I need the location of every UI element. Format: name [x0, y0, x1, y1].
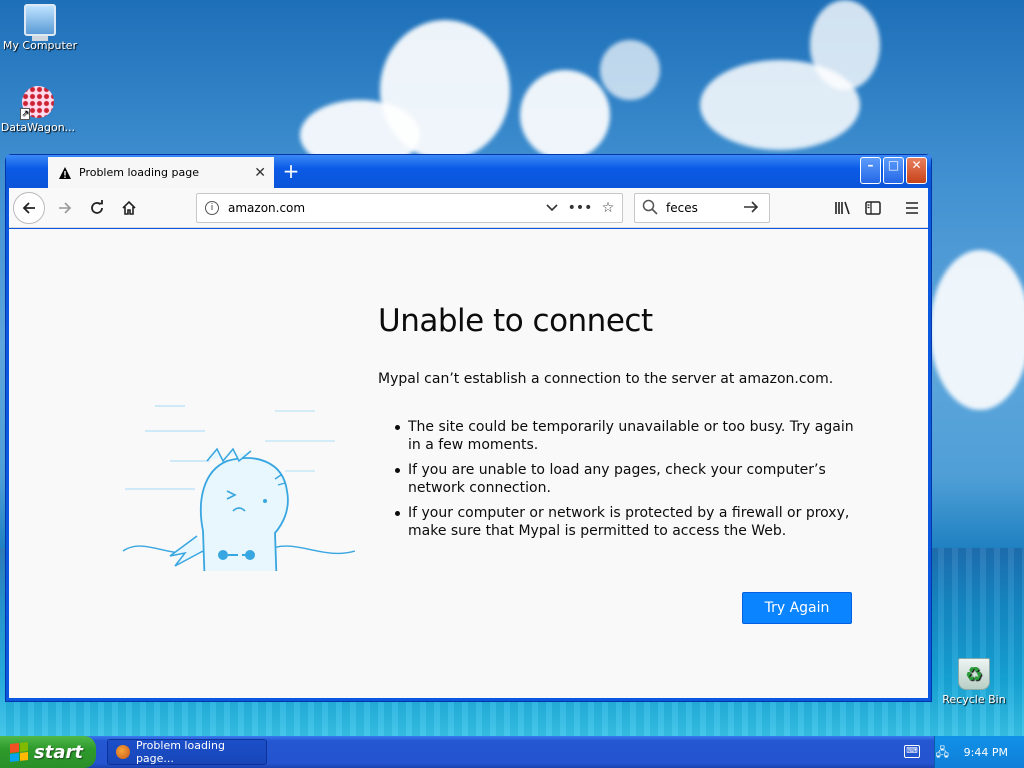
- more-actions-icon[interactable]: •••: [566, 200, 594, 216]
- try-again-button[interactable]: Try Again: [742, 592, 852, 624]
- library-button[interactable]: [831, 196, 855, 220]
- url-bar[interactable]: i amazon.com ••• ☆: [196, 193, 623, 223]
- home-button[interactable]: [117, 196, 141, 220]
- arrow-right-icon: [59, 202, 72, 214]
- list-item: The site could be temporarily unavailabl…: [393, 418, 863, 454]
- search-bar[interactable]: feces: [634, 193, 770, 223]
- recycle-bin-icon: ♻: [958, 658, 990, 690]
- maximize-button[interactable]: □: [883, 157, 904, 184]
- new-tab-button[interactable]: +: [278, 159, 304, 185]
- clock[interactable]: 9:44 PM: [964, 746, 1008, 759]
- desktop-icon-my-computer[interactable]: My Computer: [0, 4, 80, 52]
- home-icon: [122, 200, 136, 215]
- nav-toolbar: i amazon.com ••• ☆ feces: [9, 188, 928, 228]
- chevron-down-icon[interactable]: [538, 200, 566, 216]
- error-title: Unable to connect: [378, 303, 653, 339]
- info-icon[interactable]: i: [205, 201, 219, 215]
- list-item: If you are unable to load any pages, che…: [393, 461, 863, 497]
- forward-button[interactable]: [53, 196, 77, 220]
- hamburger-menu-icon: [906, 202, 918, 214]
- computer-icon: [24, 4, 56, 41]
- menu-button[interactable]: [900, 196, 924, 220]
- desktop-icon-label: DataWagon...: [0, 121, 76, 134]
- list-item: If your computer or network is protected…: [393, 504, 863, 540]
- desktop-icon-recycle-bin[interactable]: ♻ Recycle Bin: [934, 658, 1014, 706]
- browser-window: Problem loading page ✕ + – □ ✕ i amazon.…: [5, 154, 932, 702]
- warning-icon: [58, 166, 72, 180]
- start-label: start: [34, 741, 83, 763]
- windows-flag-icon: [10, 742, 28, 762]
- close-window-button[interactable]: ✕: [906, 157, 927, 184]
- error-reasons-list: The site could be temporarily unavailabl…: [393, 418, 863, 547]
- library-icon: [835, 201, 850, 215]
- reload-icon: [91, 200, 103, 214]
- error-description: Mypal can’t establish a connection to th…: [378, 371, 834, 387]
- start-button[interactable]: start: [0, 736, 96, 768]
- search-icon: [642, 199, 658, 218]
- browser-icon: [116, 745, 130, 759]
- sidebar-icon: [865, 201, 881, 215]
- disconnected-dinosaur-illustration: [122, 405, 355, 571]
- url-text[interactable]: amazon.com: [228, 201, 538, 215]
- page-content: Unable to connect Mypal can’t establish …: [9, 229, 928, 698]
- sidebar-button[interactable]: [861, 196, 885, 220]
- reload-button[interactable]: [85, 196, 109, 220]
- bookmark-star-icon[interactable]: ☆: [594, 200, 622, 216]
- search-input[interactable]: feces: [658, 201, 743, 215]
- network-icon[interactable]: 🖧: [936, 745, 950, 759]
- search-go-icon[interactable]: [743, 199, 769, 218]
- taskbar-button-label: Problem loading page...: [135, 739, 225, 765]
- taskbar: start Problem loading page... ⌨ 🖧 9:44 P…: [0, 736, 1024, 768]
- system-tray: 🖧 9:44 PM: [934, 736, 1024, 768]
- arrow-left-icon: [22, 202, 35, 214]
- minimize-button[interactable]: –: [860, 157, 881, 184]
- datawagon-icon: ↗: [20, 86, 54, 120]
- keyboard-icon[interactable]: ⌨: [904, 745, 920, 758]
- back-button[interactable]: [13, 192, 45, 224]
- taskbar-button-browser[interactable]: Problem loading page...: [107, 739, 267, 765]
- desktop-icon-datawagon[interactable]: ↗ DataWagon...: [0, 86, 78, 134]
- tab-title: Problem loading page: [79, 166, 199, 179]
- tab-problem-loading[interactable]: Problem loading page ✕: [48, 157, 274, 188]
- desktop-icon-label: Recycle Bin: [942, 693, 1006, 706]
- close-tab-icon[interactable]: ✕: [254, 165, 266, 181]
